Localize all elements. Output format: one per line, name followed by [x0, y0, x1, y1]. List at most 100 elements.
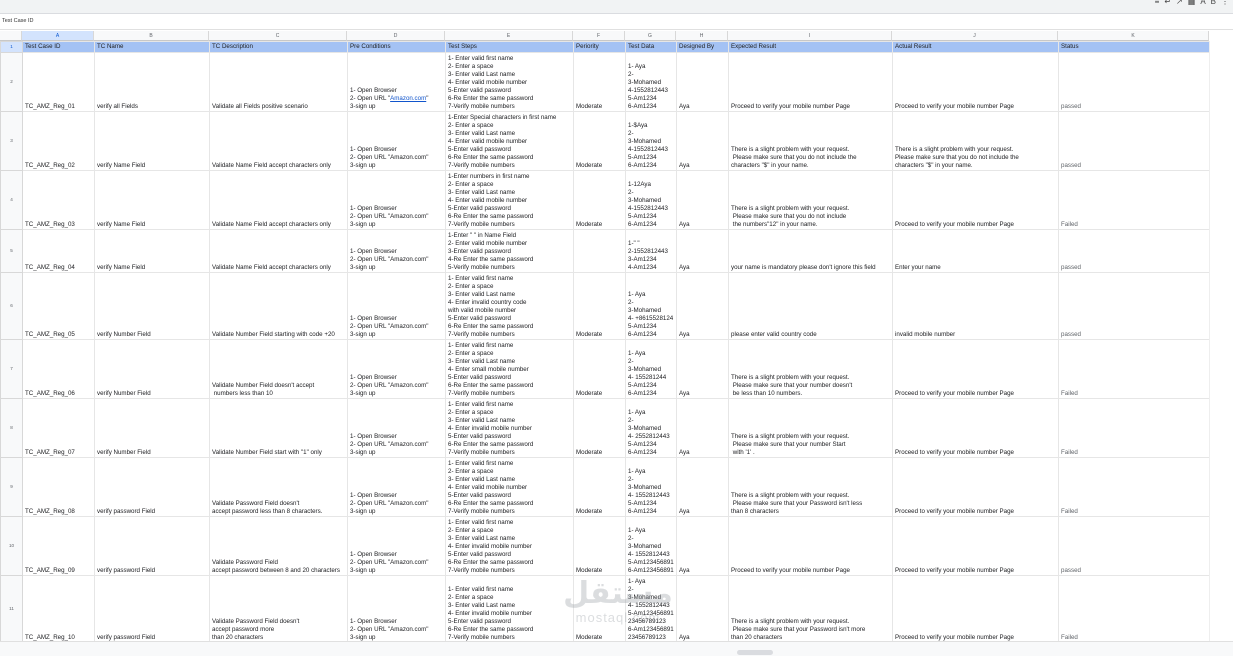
table-cell[interactable]: 1- Enter valid first name 2- Enter a spa…	[445, 575, 574, 643]
table-cell[interactable]: Validate Password Field doesn't accept p…	[209, 457, 348, 517]
table-cell[interactable]: Failed	[1058, 170, 1210, 230]
table-cell[interactable]: There is a slight problem with your requ…	[892, 111, 1059, 171]
table-cell[interactable]: verify Number Field	[94, 339, 210, 399]
vertical-scroll-area[interactable]	[1209, 41, 1233, 641]
table-cell[interactable]: 1- Open Browser 2- Open URL "Amazon.com"…	[347, 339, 446, 399]
column-header-k[interactable]: K	[1058, 31, 1209, 41]
rotate-icon[interactable]: ↗	[1176, 0, 1183, 6]
table-cell[interactable]: 1- Aya 2- 3-Mohamed 4- 1552812443 5-Am12…	[625, 516, 677, 576]
table-cell[interactable]: verify password Field	[94, 575, 210, 643]
table-cell[interactable]: Moderate	[573, 398, 626, 458]
table-cell[interactable]: passed	[1058, 111, 1210, 171]
table-cell[interactable]: Validate Password Field doesn't accept p…	[209, 575, 348, 643]
table-cell[interactable]: 1- Enter valid first name 2- Enter a spa…	[445, 272, 574, 340]
table-cell[interactable]: verify password Field	[94, 516, 210, 576]
table-cell[interactable]: TC_AMZ_Reg_08	[22, 457, 95, 517]
table-cell[interactable]: TC_AMZ_Reg_01	[22, 52, 95, 112]
text-color-icon[interactable]: A	[1200, 0, 1205, 6]
table-cell[interactable]: 1- Enter valid first name 2- Enter a spa…	[445, 339, 574, 399]
column-header-b[interactable]: B	[94, 31, 209, 41]
table-cell[interactable]: Moderate	[573, 457, 626, 517]
table-cell[interactable]: There is a slight problem with your requ…	[728, 457, 893, 517]
table-cell[interactable]: TC_AMZ_Reg_03	[22, 170, 95, 230]
table-cell[interactable]: Aya	[676, 575, 729, 643]
align-icon[interactable]: ≡	[1155, 0, 1160, 6]
table-cell[interactable]: 1- Enter valid first name 2- Enter a spa…	[445, 52, 574, 112]
table-cell[interactable]: passed	[1058, 229, 1210, 273]
table-cell[interactable]: Moderate	[573, 516, 626, 576]
row-number[interactable]: 2	[0, 52, 23, 112]
table-cell[interactable]: Moderate	[573, 111, 626, 171]
scrollbar-thumb[interactable]	[737, 650, 773, 655]
table-cell[interactable]: 1- Open Browser 2- Open URL "Amazon.com"…	[347, 170, 446, 230]
table-cell[interactable]: 1-12Aya 2- 3-Mohamed 4-1552812443 5-Am12…	[625, 170, 677, 230]
table-cell[interactable]	[573, 229, 626, 273]
borders-icon[interactable]: ▦	[1188, 0, 1196, 6]
table-cell[interactable]: verify password Field	[94, 457, 210, 517]
table-cell[interactable]: There is a slight problem with your requ…	[728, 170, 893, 230]
table-cell[interactable]: Validate Name Field accept characters on…	[209, 229, 348, 273]
select-all-corner[interactable]	[0, 31, 22, 41]
table-cell[interactable]: Aya	[676, 229, 729, 273]
table-cell[interactable]: 1- Open Browser 2- Open URL "Amazon.com"…	[347, 457, 446, 517]
table-cell[interactable]: Proceed to verify your mobile number Pag…	[892, 516, 1059, 576]
table-cell[interactable]: TC_AMZ_Reg_06	[22, 339, 95, 399]
table-cell[interactable]: Moderate	[573, 272, 626, 340]
table-cell[interactable]: verify Number Field	[94, 398, 210, 458]
formula-bar-value[interactable]: Test Case ID	[2, 18, 33, 24]
table-cell[interactable]: verify all Fields	[94, 52, 210, 112]
table-cell[interactable]: TC_AMZ_Reg_04	[22, 229, 95, 273]
table-cell[interactable]: invalid mobile number	[892, 272, 1059, 340]
table-cell[interactable]: 1-Enter Special characters in first name…	[445, 111, 574, 171]
table-cell[interactable]: TC_AMZ_Reg_02	[22, 111, 95, 171]
header-cell[interactable]: Periority	[573, 41, 626, 53]
table-cell[interactable]: Moderate	[573, 575, 626, 643]
more-icon[interactable]: ⋮	[1221, 0, 1229, 6]
table-cell[interactable]: passed	[1058, 272, 1210, 340]
table-cell[interactable]: TC_AMZ_Reg_05	[22, 272, 95, 340]
table-cell[interactable]: 1- Aya 2- 3-Mohamed 4-1552812443 5-Am123…	[625, 52, 677, 112]
table-cell[interactable]: Validate Name Field accept characters on…	[209, 170, 348, 230]
formula-bar[interactable]: Test Case ID	[0, 14, 1233, 30]
table-cell[interactable]: Failed	[1058, 339, 1210, 399]
table-cell[interactable]: 1- Open Browser 2- Open URL "Amazon.com"…	[347, 398, 446, 458]
table-cell[interactable]: TC_AMZ_Reg_10	[22, 575, 95, 643]
row-number[interactable]: 8	[0, 398, 23, 458]
table-cell[interactable]: Enter your name	[892, 229, 1059, 273]
table-cell[interactable]: Aya	[676, 398, 729, 458]
table-cell[interactable]: Aya	[676, 272, 729, 340]
table-cell[interactable]: Failed	[1058, 398, 1210, 458]
header-cell[interactable]: Status	[1058, 41, 1210, 53]
column-header-g[interactable]: G	[625, 31, 676, 41]
table-cell[interactable]: Moderate	[573, 170, 626, 230]
table-cell[interactable]: Proceed to verify your mobile number Pag…	[728, 52, 893, 112]
column-header-j[interactable]: J	[892, 31, 1058, 41]
header-cell[interactable]: TC Description	[209, 41, 348, 53]
collapse-chevron-icon[interactable]: ⌃	[22, 0, 30, 7]
table-cell[interactable]: 1-$Aya 2- 3-Mohamed 4-1552812443 5-Am123…	[625, 111, 677, 171]
table-cell[interactable]: Aya	[676, 339, 729, 399]
row-number[interactable]: 3	[0, 111, 23, 171]
column-header-d[interactable]: D	[347, 31, 445, 41]
header-cell[interactable]: Designed By	[676, 41, 729, 53]
table-cell[interactable]: 1- Aya 2- 3-Mohamed 4- 1552812443 5-Am12…	[625, 575, 677, 643]
table-cell[interactable]: Aya	[676, 457, 729, 517]
table-cell[interactable]: 1-Enter numbers in first name 2- Enter a…	[445, 170, 574, 230]
table-cell[interactable]: Validate all Fields positive scenario	[209, 52, 348, 112]
table-cell[interactable]: Validate Password Field accept password …	[209, 516, 348, 576]
table-cell[interactable]: 1- Enter valid first name 2- Enter a spa…	[445, 398, 574, 458]
table-cell[interactable]: Validate Number Field starting with code…	[209, 272, 348, 340]
table-cell[interactable]: verify Name Field	[94, 170, 210, 230]
table-cell[interactable]: Proceed to verify your mobile number Pag…	[892, 398, 1059, 458]
bold-icon[interactable]: B	[1211, 0, 1216, 6]
table-cell[interactable]: 1- Aya 2- 3-Mohamed 4- 1552812443 5-Am12…	[625, 457, 677, 517]
table-cell[interactable]: Aya	[676, 170, 729, 230]
table-cell[interactable]: 1- Open Browser 2- Open URL "Amazon.com"…	[347, 575, 446, 643]
table-cell[interactable]: 1- Open Browser 2- Open URL "Amazon.com"…	[347, 516, 446, 576]
table-cell[interactable]: There is a slight problem with your requ…	[728, 398, 893, 458]
header-cell[interactable]: Test Steps	[445, 41, 574, 53]
table-cell[interactable]: verify Name Field	[94, 229, 210, 273]
column-header-e[interactable]: E	[445, 31, 573, 41]
header-cell[interactable]: Pre Conditions	[347, 41, 446, 53]
table-cell[interactable]: passed	[1058, 52, 1210, 112]
